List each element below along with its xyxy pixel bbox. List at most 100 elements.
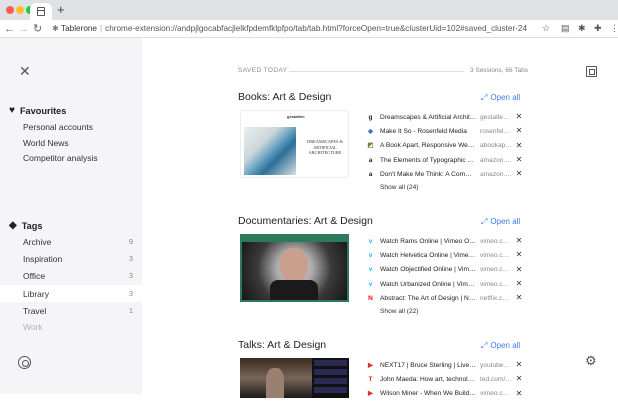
- link-title[interactable]: Watch Rams Online | Vimeo On D…: [380, 238, 477, 245]
- favourite-item-world-news[interactable]: World News: [23, 138, 69, 148]
- tag-count: 3: [128, 254, 133, 263]
- tag-label: Office: [23, 270, 46, 281]
- link-title[interactable]: Dreamscapes & Artificial Archite…: [380, 114, 477, 121]
- menu-kebab-icon[interactable]: ⋮: [610, 23, 618, 34]
- back-icon[interactable]: ←: [4, 21, 15, 37]
- tablerone-tab[interactable]: [30, 3, 52, 20]
- vimeo-icon: v: [368, 237, 373, 245]
- link-row[interactable]: N Abstract: The Art of Design | Net… netfl…: [367, 291, 527, 305]
- close-icon[interactable]: ✕: [515, 280, 523, 288]
- link-row[interactable]: a Don't Make Me Think: A Common… amazon.… ✕: [367, 167, 527, 181]
- cluster-books: Books: Art & Design ⤢ Open all gestalten …: [238, 91, 523, 201]
- open-external-icon: ⤢: [481, 93, 488, 102]
- cluster-title[interactable]: Documentaries: Art & Design: [238, 215, 373, 227]
- tablerone-extension-icon[interactable]: ▤: [561, 23, 570, 34]
- tablerone-icon: [37, 7, 45, 16]
- link-title[interactable]: A Book Apart, Responsive Web D…: [380, 142, 477, 149]
- show-all-link[interactable]: Show all (22): [380, 308, 527, 315]
- extension-icon[interactable]: ✚: [594, 23, 602, 34]
- tag-item-library[interactable]: Library 3: [0, 285, 142, 302]
- youtube-icon: ▶: [368, 361, 373, 369]
- close-icon[interactable]: ✕: [515, 156, 523, 164]
- vimeo-icon: v: [368, 280, 373, 288]
- tag-count: 1: [128, 306, 133, 315]
- tag-label: Archive: [23, 236, 52, 247]
- link-row[interactable]: ◩ A Book Apart, Responsive Web D… abookap……: [367, 139, 527, 153]
- link-title[interactable]: Watch Urbanized Online | Vimeo …: [380, 281, 477, 288]
- link-row[interactable]: v Watch Urbanized Online | Vimeo … vimeo.c…: [367, 277, 527, 291]
- favourites-title: Favourites: [19, 105, 67, 116]
- fullscreen-icon[interactable]: [586, 66, 597, 77]
- url-path: chrome-extension://andpjlgocabfacjlelkfp…: [105, 24, 528, 33]
- link-domain: gestalte…: [480, 113, 510, 121]
- link-title[interactable]: Abstract: The Art of Design | Net…: [380, 295, 477, 302]
- support-lifebuoy-icon[interactable]: [18, 356, 31, 369]
- link-row[interactable]: ▶ NEXT17 | Bruce Sterling | Live fro… yout…: [367, 358, 527, 372]
- thumb-sidebar-videos: [314, 360, 347, 396]
- close-icon[interactable]: ✕: [515, 127, 523, 135]
- open-all-button[interactable]: ⤢ Open all: [481, 341, 520, 351]
- amazon-icon: a: [368, 170, 373, 178]
- link-row[interactable]: a The Elements of Typographic Sty… amazon.…: [367, 153, 527, 167]
- close-icon[interactable]: ✕: [515, 113, 523, 121]
- divider: [289, 71, 464, 72]
- show-all-link[interactable]: Show all (24): [380, 184, 527, 191]
- link-title[interactable]: The Elements of Typographic Sty…: [380, 157, 477, 164]
- link-row[interactable]: T John Maeda: How art, technolog… ted.com/…: [367, 372, 527, 386]
- cluster-thumbnail[interactable]: gestalten DREAMSCAPES & ARTIFICIAL ARCHI…: [240, 110, 349, 178]
- tag-item-office[interactable]: Office 3: [0, 267, 142, 284]
- link-row[interactable]: v Watch Helvetica Online | Vimeo … vimeo.c…: [367, 248, 527, 262]
- link-title[interactable]: John Maeda: How art, technolog…: [380, 376, 477, 383]
- gear-icon[interactable]: ⚙: [585, 354, 597, 367]
- close-icon[interactable]: ✕: [515, 237, 523, 245]
- url-field[interactable]: ✱ Tablerone | chrome-extension://andpjlgoc…: [52, 23, 527, 33]
- amazon-icon: a: [368, 156, 373, 164]
- gestalten-icon: g: [368, 113, 373, 121]
- open-external-icon: ⤢: [481, 341, 488, 350]
- sidebar: ✕ ♥ Favourites Personal accounts World N…: [0, 38, 142, 394]
- close-icon[interactable]: ✕: [515, 375, 523, 383]
- thumb-book-cover: [244, 127, 296, 175]
- close-icon[interactable]: ✕: [515, 170, 523, 178]
- close-icon[interactable]: ✕: [515, 294, 523, 302]
- sessions-count: 3 Sessions, 66 Tabs: [469, 67, 528, 74]
- close-icon[interactable]: ✕: [515, 251, 523, 259]
- extensions-puzzle-icon[interactable]: ✱: [578, 23, 586, 34]
- link-row[interactable]: g Dreamscapes & Artificial Archite… gestal…: [367, 110, 527, 124]
- close-icon[interactable]: ✕: [19, 64, 31, 78]
- cluster-title[interactable]: Talks: Art & Design: [238, 339, 326, 351]
- close-window-button[interactable]: [6, 6, 14, 14]
- close-icon[interactable]: ✕: [515, 361, 523, 369]
- link-row[interactable]: v Watch Objectified Online | Vimeo… vimeo.…: [367, 263, 527, 277]
- new-tab-button[interactable]: +: [57, 3, 65, 17]
- link-title[interactable]: Watch Helvetica Online | Vimeo …: [380, 252, 477, 259]
- favourite-item-personal-accounts[interactable]: Personal accounts: [23, 122, 93, 132]
- minimize-window-button[interactable]: [16, 6, 24, 14]
- url-separator: |: [99, 24, 103, 33]
- close-icon[interactable]: ✕: [515, 265, 523, 274]
- ted-icon: T: [368, 375, 373, 383]
- tag-icon: ◆: [9, 220, 17, 231]
- link-title[interactable]: Make It So - Rosenfeld Media: [380, 128, 477, 135]
- link-domain: vimeo.c…: [480, 251, 510, 259]
- cluster-thumbnail[interactable]: [240, 358, 349, 398]
- open-all-button[interactable]: ⤢ Open all: [481, 217, 520, 227]
- tag-item-travel[interactable]: Travel 1: [0, 302, 142, 319]
- bookmark-star-icon[interactable]: ☆: [542, 23, 550, 34]
- link-title[interactable]: NEXT17 | Bruce Sterling | Live fro…: [380, 362, 477, 369]
- close-icon[interactable]: ✕: [515, 141, 523, 150]
- tag-item-archive[interactable]: Archive 9: [0, 233, 142, 250]
- link-title[interactable]: Watch Objectified Online | Vimeo…: [380, 266, 477, 273]
- link-title[interactable]: Don't Make Me Think: A Common…: [380, 171, 477, 178]
- link-row[interactable]: ◆ Make It So - Rosenfeld Media rosenfel… ✕: [367, 124, 527, 138]
- forward-icon[interactable]: →: [18, 21, 29, 37]
- saved-today-label: SAVED TODAY: [238, 67, 288, 74]
- tag-item-work[interactable]: Work: [0, 318, 142, 335]
- favourite-item-competitor-analysis[interactable]: Competitor analysis: [23, 153, 98, 163]
- reload-icon[interactable]: ↻: [33, 21, 42, 37]
- link-row[interactable]: v Watch Rams Online | Vimeo On D… vimeo.c……: [367, 234, 527, 248]
- open-all-button[interactable]: ⤢ Open all: [481, 93, 520, 103]
- cluster-title[interactable]: Books: Art & Design: [238, 91, 331, 103]
- cluster-thumbnail[interactable]: [240, 234, 349, 302]
- tag-item-inspiration[interactable]: Inspiration 3: [0, 250, 142, 267]
